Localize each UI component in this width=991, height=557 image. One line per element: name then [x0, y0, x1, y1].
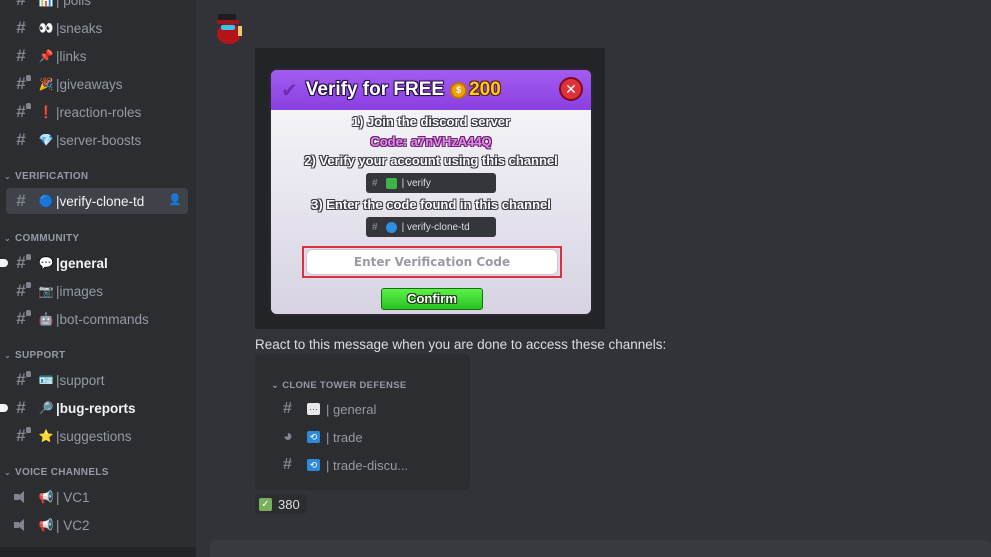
channel-links[interactable]: # 📌 |links [6, 43, 188, 69]
emoji-icon: 📢 [38, 490, 54, 504]
voice-speaker-icon [12, 518, 30, 532]
channel-sneaks[interactable]: # 👀 |sneaks [6, 15, 188, 41]
forum-icon: ◕ [283, 428, 293, 445]
discord-app: # 📊 | polls # 👀 |sneaks # 📌 |links # 🎉 |… [0, 0, 991, 557]
channel-general[interactable]: # 💬 |general [0, 250, 188, 276]
channel-images[interactable]: # 📷 |images [6, 278, 188, 304]
step-1-text: 1) Join the discord server [351, 114, 511, 129]
repeat-icon: ⟲ [307, 459, 320, 471]
card-price: 200 [469, 79, 501, 100]
category-support[interactable]: ⌄ SUPPORT [4, 350, 65, 361]
channel-suggestions[interactable]: # ⭐ |suggestions [6, 423, 188, 449]
embed-channel-trade-discussion[interactable]: # ⟲ | trade-discu... [283, 455, 408, 475]
chevron-down-icon: ⌄ [4, 468, 12, 477]
channel-chip-verify: # | verify [366, 173, 496, 193]
emoji-icon: 👀 [38, 21, 54, 35]
step-2-text: 2) Verify your account using this channe… [304, 153, 558, 168]
locked-hash-icon: # [12, 426, 31, 446]
embed-channel-general[interactable]: # ··· | general [283, 399, 376, 419]
emoji-icon: 🪪 [38, 373, 54, 387]
close-icon: ✕ [559, 77, 583, 101]
embed-category: ⌄ CLONE TOWER DEFENSE [271, 380, 407, 391]
emoji-icon: 💎 [38, 133, 54, 147]
channel-support[interactable]: # 🪪 |support [6, 367, 188, 393]
emoji-icon: 📷 [38, 284, 54, 298]
category-voice-channels[interactable]: ⌄ VOICE CHANNELS [4, 467, 109, 478]
emoji-icon: 🎉 [38, 77, 54, 91]
channel-server-boosts[interactable]: # 💎 |server-boosts [6, 127, 188, 153]
check-mark-emoji-icon: ✓ [259, 497, 272, 511]
unread-indicator [0, 259, 8, 267]
channel-chip-verify-clone-td: # | verify-clone-td [366, 217, 496, 237]
voice-channel-vc1[interactable]: 📢 | VC1 [6, 484, 188, 510]
check-emoji-icon [385, 177, 397, 189]
chevron-down-icon: ⌄ [4, 351, 12, 360]
category-verification[interactable]: ⌄ VERIFICATION [4, 171, 88, 182]
card-header: ✔ Verify for FREE $ 200 ✕ [271, 70, 591, 110]
hash-icon: # [372, 221, 378, 233]
repeat-icon: ⟲ [307, 431, 320, 443]
hash-icon: # [16, 130, 26, 149]
user-panel-edge [0, 547, 196, 557]
verification-code: Code: a7nVHzA44Q [370, 134, 492, 149]
locked-hash-icon: # [12, 74, 31, 94]
channel-reaction-roles[interactable]: # ❗ |reaction-roles [6, 99, 188, 125]
channel-polls[interactable]: # 📊 | polls [6, 0, 188, 13]
locked-hash-icon: # [12, 309, 31, 329]
reaction-checkmark[interactable]: ✓ 380 [255, 494, 307, 514]
emoji-icon: 📊 [38, 0, 54, 7]
locked-hash-icon: # [283, 456, 292, 473]
reaction-count: 380 [278, 496, 300, 512]
chevron-down-icon: ⌄ [4, 172, 12, 181]
category-community[interactable]: ⌄ COMMUNITY [4, 233, 79, 244]
channel-sidebar: # 📊 | polls # 👀 |sneaks # 📌 |links # 🎉 |… [0, 0, 196, 557]
locked-hash-icon: # [283, 400, 292, 417]
chat-area: ✔ Verify for FREE $ 200 ✕ 1) Join the di… [196, 0, 991, 557]
avatar[interactable] [212, 10, 246, 46]
emoji-icon: 🔎 [38, 401, 54, 415]
verify-game-card: ✔ Verify for FREE $ 200 ✕ 1) Join the di… [269, 68, 593, 316]
card-body: 1) Join the discord server Code: a7nVHzA… [271, 110, 591, 314]
voice-speaker-icon [12, 490, 30, 504]
message-text: React to this message when you are done … [255, 337, 667, 352]
locked-hash-icon: # [12, 281, 31, 301]
verification-code-input: Enter Verification Code [306, 249, 558, 275]
embed-channel-trade[interactable]: ◕ ⟲ | trade [283, 427, 363, 447]
hash-icon: # [16, 191, 26, 210]
emoji-icon: 🤖 [38, 312, 54, 326]
emoji-icon: 📌 [38, 49, 54, 63]
hash-icon: # [12, 0, 30, 10]
checkmark-icon: ✔ [281, 79, 298, 102]
channel-bug-reports[interactable]: # 🔎 |bug-reports [0, 395, 188, 421]
voice-channel-vc2[interactable]: 📢 | VC2 [6, 512, 188, 538]
orb-emoji-icon [385, 221, 397, 233]
locked-hash-icon: # [12, 253, 31, 273]
channel-verify-clone-td[interactable]: # 🔵 |verify-clone-td 👤 [6, 188, 188, 214]
hash-icon: # [372, 177, 378, 189]
message-composer[interactable] [210, 540, 991, 557]
channel-giveaways[interactable]: # 🎉 |giveaways [6, 71, 188, 97]
emoji-icon: 💬 [38, 256, 54, 270]
avatar-image-icon [217, 14, 242, 44]
unread-indicator [0, 404, 8, 412]
hash-icon: # [16, 398, 26, 417]
channel-bot-commands[interactable]: # 🤖 |bot-commands [6, 306, 188, 332]
speech-bubble-icon: ··· [307, 403, 320, 415]
create-invite-icon[interactable]: 👤 [168, 193, 182, 207]
emoji-icon: ⭐ [38, 429, 54, 443]
step-3-text: 3) Enter the code found in this channel [311, 197, 551, 212]
hash-icon: # [16, 46, 26, 65]
hash-icon: # [16, 18, 26, 37]
emoji-icon: 🔵 [38, 194, 54, 208]
locked-hash-icon: # [12, 102, 31, 122]
emoji-icon: ❗ [38, 105, 54, 119]
channel-list-embed: ⌄ CLONE TOWER DEFENSE # ··· | general ◕ … [255, 354, 470, 490]
locked-hash-icon: # [12, 370, 31, 390]
emoji-icon: 📢 [38, 518, 54, 532]
card-title: Verify for FREE [305, 79, 445, 100]
confirm-button: Confirm [381, 288, 483, 310]
coin-icon: $ [450, 81, 468, 99]
chevron-down-icon: ⌄ [4, 234, 12, 243]
